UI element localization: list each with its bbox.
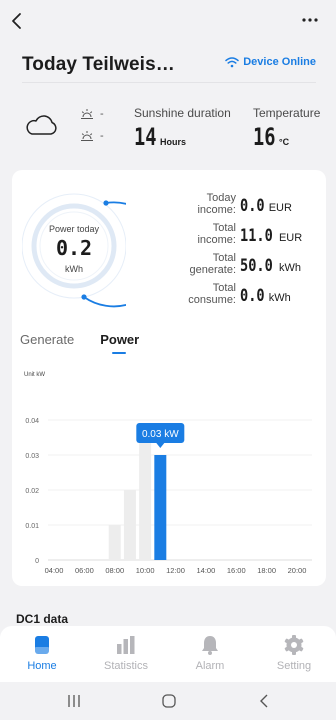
- stat-label-line1: Total: [212, 222, 236, 234]
- sunrise-row: -: [80, 108, 104, 120]
- gear-icon: [284, 635, 304, 655]
- gauge-label: Power today: [48, 224, 100, 234]
- more-options-button[interactable]: [300, 12, 320, 28]
- x-tick-label: 10:00: [136, 566, 155, 575]
- stat-label-line1: Total: [212, 282, 236, 294]
- tooltip-label: 0.03 kW: [142, 429, 179, 440]
- recent-apps-icon[interactable]: [66, 694, 82, 708]
- stat-label-line2: income:: [197, 204, 236, 216]
- temperature-unit: °C: [279, 137, 290, 147]
- system-nav-bar: [0, 682, 336, 720]
- chart-bar: [108, 525, 121, 560]
- chevron-left-icon: [12, 13, 21, 29]
- nav-label: Setting: [276, 660, 312, 672]
- stat-label-line2: income:: [197, 234, 236, 246]
- weather-row: - - Sunshine duration 14 Hours Temperatu…: [0, 96, 336, 160]
- nav-statistics[interactable]: Statistics: [84, 626, 168, 682]
- bell-icon: [202, 636, 218, 655]
- back-button[interactable]: [8, 10, 28, 32]
- system-back-icon[interactable]: [257, 694, 273, 708]
- nav-alarm[interactable]: Alarm: [168, 626, 252, 682]
- stat-label-line2: consume:: [188, 294, 236, 306]
- home-icon: [35, 636, 49, 654]
- power-chart[interactable]: 0 0.01 0.02 0.03 0.04 04:00 06:00 08:00 10:00 12:…: [12, 410, 326, 580]
- x-tick-label: 20:00: [288, 566, 307, 575]
- temperature-value: 16: [253, 123, 276, 151]
- x-tick-label: 16:00: [227, 566, 246, 575]
- sunshine-unit: Hours: [160, 137, 187, 147]
- home-button-icon[interactable]: [161, 694, 177, 708]
- temperature-label: Temperature: [253, 106, 321, 120]
- stat-total-generate: Total generate: 50.0 kWh: [160, 252, 320, 282]
- nav-label: Home: [27, 660, 57, 672]
- stat-unit: EUR: [268, 202, 292, 214]
- x-tick-label: 18:00: [257, 566, 276, 575]
- y-tick-label: 0.01: [25, 523, 39, 530]
- x-tick-label: 08:00: [105, 566, 124, 575]
- tooltip-arrow: [156, 443, 165, 448]
- stat-value: 11.0: [240, 226, 273, 246]
- stat-unit: kWh: [278, 262, 301, 274]
- stat-today-income: Today income: 0.0 EUR: [160, 192, 320, 222]
- stat-value: 0.0: [240, 196, 265, 216]
- y-tick-label: 0.03: [25, 453, 39, 460]
- stat-total-consume: Total consume: 0.0 kWh: [160, 282, 320, 312]
- device-status-label: Device Online: [243, 56, 316, 68]
- wifi-icon: [225, 57, 239, 68]
- stat-value: 0.0: [240, 286, 265, 306]
- sunrise-icon: [81, 109, 93, 119]
- chart-unit-label: Unit kW: [24, 372, 45, 378]
- stat-total-income: Total income: 11.0 EUR: [160, 222, 320, 252]
- gauge-unit: kWh: [65, 264, 83, 274]
- temperature-metric: Temperature 16 °C: [253, 106, 320, 151]
- stat-label-line2: generate:: [189, 264, 236, 276]
- x-tick-label: 12:00: [166, 566, 185, 575]
- stat-unit: EUR: [278, 232, 303, 244]
- y-tick-label: 0.04: [25, 418, 39, 425]
- chart-tabs: Generate Power: [20, 332, 165, 354]
- sunshine-metric: Sunshine duration 14 Hours: [134, 106, 231, 151]
- sunrise-value: -: [100, 108, 104, 120]
- x-tick-label: 06:00: [75, 566, 94, 575]
- y-tick-label: 0.02: [25, 488, 39, 495]
- nav-setting[interactable]: Setting: [252, 626, 336, 682]
- chart-bar: [154, 455, 167, 560]
- header: Today Teilweis… Device Online: [22, 54, 320, 78]
- gauge-value: 0.2: [55, 236, 93, 260]
- statistics-icon: [117, 636, 135, 654]
- sunset-value: -: [100, 130, 104, 142]
- x-tick-label: 04:00: [45, 566, 64, 575]
- stat-unit: kWh: [268, 292, 291, 304]
- sunshine-label: Sunshine duration: [134, 106, 231, 120]
- device-status[interactable]: Device Online: [225, 56, 316, 68]
- sunshine-value: 14: [134, 123, 157, 151]
- sunset-icon: [81, 131, 93, 141]
- page-title: Today Teilweis…: [22, 54, 175, 75]
- x-tick-label: 14:00: [196, 566, 215, 575]
- sunset-row: -: [80, 130, 104, 142]
- stat-value: 50.0: [240, 256, 273, 276]
- stat-label-line1: Total: [212, 252, 236, 264]
- stat-label-line1: Today: [206, 192, 236, 204]
- tab-power[interactable]: Power: [100, 332, 139, 354]
- nav-label: Statistics: [103, 660, 148, 672]
- top-bar: [0, 0, 336, 44]
- divider: [22, 82, 316, 83]
- cloud-icon: [26, 115, 57, 135]
- section-title-dc1: DC1 data: [16, 612, 69, 626]
- overview-card: Power today 0.2 kWh Today income: 0.0 EUR …: [12, 170, 326, 586]
- y-tick-label: 0: [35, 558, 39, 565]
- tab-generate[interactable]: Generate: [20, 332, 74, 347]
- nav-home[interactable]: Home: [0, 626, 84, 682]
- nav-label: Alarm: [195, 660, 225, 672]
- chart-bar: [139, 437, 152, 560]
- chart-bar: [123, 490, 136, 560]
- more-dots-icon: [302, 18, 318, 22]
- power-gauge: Power today 0.2 kWh: [21, 184, 167, 308]
- bottom-nav: Home Statistics Alarm Setting: [0, 626, 336, 682]
